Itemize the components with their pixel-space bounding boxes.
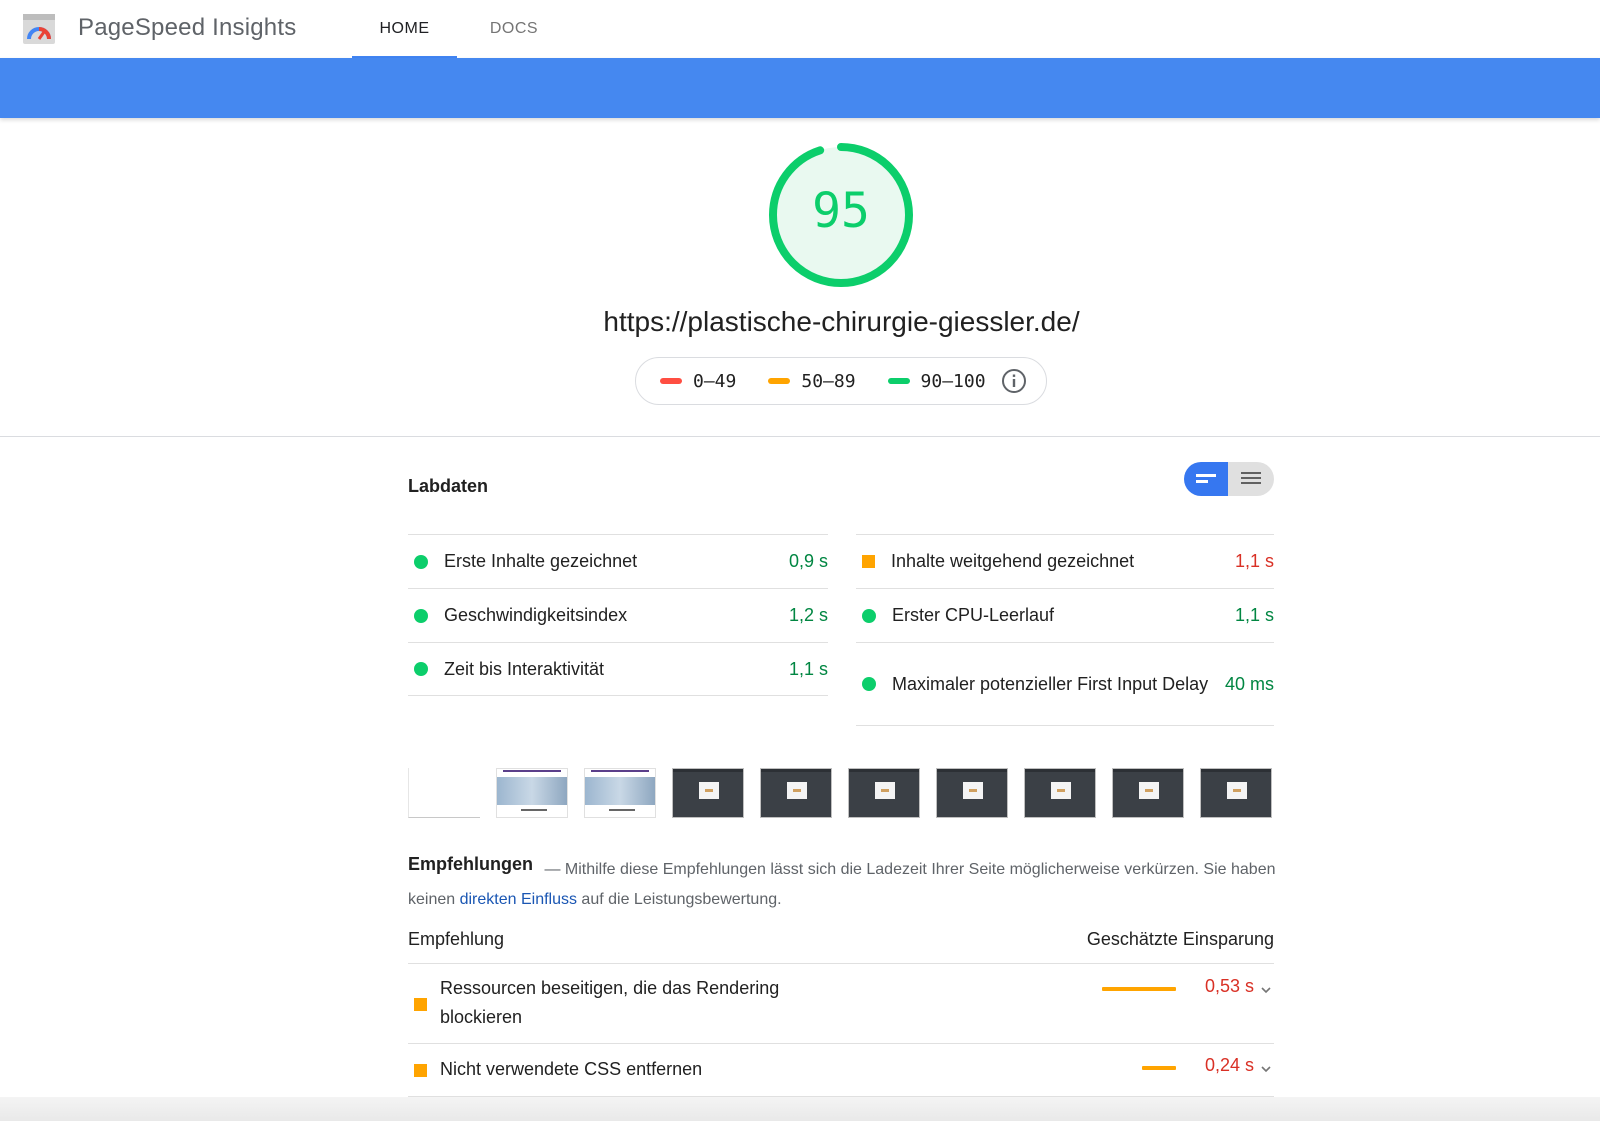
savings-bar [1102,987,1176,991]
pass-indicator [414,662,428,676]
filmstrip-frame [1024,768,1096,818]
section-divider [0,436,1600,437]
recommendations-desc-part2: auf die Leistungsbewertung. [576,891,782,908]
legend-pass: 90–100 [887,370,986,392]
average-indicator [414,998,427,1011]
savings-value: 0,53 s [1204,976,1254,996]
filmstrip-frame [496,768,568,818]
legend-fail-swatch [660,378,682,384]
column-header-recommendation: Empfehlung [408,929,505,949]
legend-average-label: 50–89 [801,370,856,392]
lab-data-title: Labdaten [408,476,489,496]
chevron-down-icon[interactable] [1260,1063,1272,1075]
recommendations-table-header: Empfehlung Geschätzte Einsparung [408,929,1274,950]
header-banner [0,58,1600,118]
recommendations-description: — Mithilfe diese Empfehlungen lässt sich… [408,855,1278,915]
metric-row: Inhalte weitgehend gezeichnet 1,1 s [856,534,1274,588]
metrics-left-column: Erste Inhalte gezeichnet 0,9 s Geschwind… [408,534,828,696]
list-view-button[interactable] [1228,462,1274,496]
app-title: PageSpeed Insights [78,14,297,41]
average-indicator [862,555,875,568]
pass-indicator [414,554,428,569]
filmstrip-frame [760,768,832,818]
metric-label: Zeit bis Interaktivität [444,658,605,679]
filmstrip-frame [1200,768,1272,818]
metric-row: Geschwindigkeitsindex 1,2 s [408,588,828,642]
recommendation-label: Ressourcen beseitigen, die das Rendering… [440,978,780,1027]
bottom-shadow [0,1097,1600,1121]
legend-fail: 0–49 [660,371,736,392]
direct-impact-link[interactable]: direkten Einfluss [460,891,577,908]
filmstrip-frame [936,768,1008,818]
metric-row: Zeit bis Interaktivität 1,1 s [408,642,828,696]
tab-home[interactable]: HOME [352,0,457,58]
top-app-bar: PageSpeed Insights HOME DOCS [0,0,1600,58]
filmstrip-frame [1112,768,1184,818]
metric-value: 1,1 s [788,658,828,679]
metric-value: 1,1 s [1234,551,1274,571]
view-toggle[interactable] [1184,462,1274,496]
metric-row: Erste Inhalte gezeichnet 0,9 s [408,534,828,588]
savings-value: 0,24 s [1204,1055,1254,1075]
average-indicator [414,1064,427,1077]
bar-view-button[interactable] [1184,462,1228,496]
bar-view-icon [1196,474,1216,483]
metric-value: 1,2 s [788,605,828,625]
metric-label: Erste Inhalte gezeichnet [444,551,638,571]
recommendation-row[interactable]: Nicht verwendete CSS entfernen 0,24 s [408,1044,1274,1097]
filmstrip-frame [672,768,744,818]
tab-docs[interactable]: DOCS [474,0,554,58]
filmstrip [408,768,1274,820]
metrics-right-column: Inhalte weitgehend gezeichnet 1,1 s Erst… [856,534,1274,726]
filmstrip-frame [848,768,920,818]
recommendations-title: Empfehlungen [408,854,533,874]
pass-indicator [862,608,876,623]
filmstrip-frame [584,768,656,818]
pass-indicator [414,608,428,623]
metric-label: Maximaler potenzieller First Input Delay [892,673,1209,694]
filmstrip-frame [408,768,480,818]
metric-row: Erster CPU-Leerlauf 1,1 s [856,588,1274,642]
legend-fail-label: 0–49 [693,370,737,392]
metric-value: 40 ms [1224,673,1274,694]
legend-average: 50–89 [768,370,856,392]
metric-value: 1,1 s [1234,605,1274,625]
list-view-icon [1241,472,1261,484]
legend-pass-label: 90–100 [920,370,986,392]
recommendation-label: Nicht verwendete CSS entfernen [440,1059,703,1079]
metric-label: Geschwindigkeitsindex [444,605,628,625]
legend-average-swatch [768,378,791,384]
chevron-down-icon[interactable] [1260,984,1272,996]
metric-row: Maximaler potenzieller First Input Delay… [856,642,1274,726]
metric-value: 0,9 s [788,551,828,571]
score-legend: 0–49 50–89 90–100 [635,357,1047,405]
analyzed-url: https://plastische-chirurgie-giessler.de… [603,306,1080,337]
column-header-savings: Geschätzte Einsparung [1086,929,1274,949]
metric-label: Inhalte weitgehend gezeichnet [891,551,1135,571]
performance-score: 95 [812,183,870,239]
recommendation-row[interactable]: Ressourcen beseitigen, die das Rendering… [408,964,1274,1044]
pagespeed-gauge-icon[interactable] [22,13,56,45]
info-icon[interactable] [1001,368,1027,394]
savings-bar [1142,1066,1176,1070]
legend-pass-swatch [887,378,910,384]
pass-indicator [862,677,876,691]
metric-label: Erster CPU-Leerlauf [892,605,1055,625]
